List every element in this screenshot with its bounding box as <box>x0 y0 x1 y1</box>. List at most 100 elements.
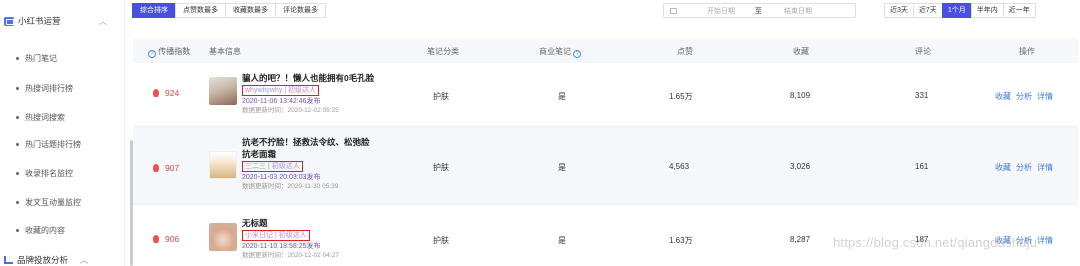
bullet-icon <box>16 200 19 204</box>
tab-sort-comments[interactable]: 评论数最多 <box>275 3 326 18</box>
author-badge[interactable]: 三二三 | 初级达人 <box>242 161 303 172</box>
sidebar-item-ranking-monitor[interactable]: 收录排名监控 <box>16 166 73 180</box>
header-basic-info: 基本信息 <box>209 47 241 56</box>
tab-period-1y[interactable]: 近一年 <box>1002 3 1036 18</box>
note-title[interactable]: 骗人的吧？！懒人也能拥有0毛孔脸 <box>242 72 412 84</box>
end-date-input[interactable]: 结束日期 <box>784 6 812 16</box>
note-title[interactable]: 无标题 <box>242 217 412 229</box>
likes-cell: 1.63万 <box>669 236 693 245</box>
help-icon[interactable]: ? <box>573 50 582 58</box>
table-row: 907 抗老不拧脸！拯救法令纹、松弛脸 抗老面霜 三二三 | 初级达人 2020… <box>133 127 1078 205</box>
favorites-cell: 8,287 <box>790 235 811 244</box>
likes-cell: 4,563 <box>669 162 690 171</box>
detail-link[interactable]: 详情 <box>1037 162 1053 173</box>
tab-sort-likes[interactable]: 点赞数最多 <box>175 3 226 18</box>
sidebar-group-label: 品牌投放分析 <box>17 255 69 265</box>
note-thumbnail[interactable] <box>209 151 237 179</box>
commercial-cell: 是 <box>558 163 566 172</box>
score-value: 906 <box>165 234 180 244</box>
data-update-time: 数据更新时间：2020-12-02 05:25 <box>242 107 339 114</box>
sidebar-item-hot-search-ranking[interactable]: 热搜词排行榜 <box>16 81 73 95</box>
analysis-link[interactable]: 分析 <box>1016 91 1032 102</box>
tab-sort-favorites[interactable]: 收藏数最多 <box>225 3 276 18</box>
sidebar-group-label: 小红书运营 <box>18 16 61 26</box>
start-date-input[interactable]: 开始日期 <box>707 6 735 16</box>
sidebar-item-label: 热搜词搜索 <box>25 112 65 122</box>
chat-icon <box>4 16 14 26</box>
tab-period-1m[interactable]: 1个月 <box>941 3 972 18</box>
author-badge[interactable]: whywhywhy | 初级达人 <box>242 85 320 96</box>
comments-cell: 161 <box>915 162 929 171</box>
header-likes: 点赞 <box>677 47 693 56</box>
bullet-icon <box>16 228 19 232</box>
comments-cell: 331 <box>915 91 929 100</box>
sidebar-group-brand-analysis[interactable]: 品牌投放分析 ︿ <box>4 254 89 266</box>
header-commercial-label: 商业笔记 <box>539 47 571 56</box>
chevron-up-icon[interactable]: ︿ <box>80 254 89 266</box>
bullet-icon <box>16 171 19 175</box>
favorite-link[interactable]: 收藏 <box>995 162 1011 173</box>
sidebar-item-favorites[interactable]: 收藏的内容 <box>16 223 65 237</box>
publish-time: 2020-11-03 20:03:03发布 <box>242 174 321 181</box>
flame-icon <box>153 89 159 97</box>
note-info: 无标题 小米日记 | 初级达人 2020-11-10 18:58:25发布 数据… <box>242 217 412 260</box>
flame-icon <box>153 235 159 243</box>
sidebar-item-hot-topics[interactable]: 热门话题排行榜 <box>16 137 81 151</box>
table-row: 924 骗人的吧？！懒人也能拥有0毛孔脸 whywhywhy | 初级达人 20… <box>133 63 1078 127</box>
category-cell: 护肤 <box>433 92 449 101</box>
row-actions: 收藏 分析 详情 <box>995 91 1058 102</box>
watermark: https://blog.csdn.net/qiangdashuju <box>833 235 1038 250</box>
header-favorites: 收藏 <box>793 47 809 56</box>
header-score: ? 传播指数 <box>148 46 190 58</box>
note-info: 抗老不拧脸！拯救法令纹、松弛脸 抗老面霜 三二三 | 初级达人 2020-11-… <box>242 136 412 191</box>
chevron-up-icon[interactable]: ︿ <box>99 16 107 27</box>
analysis-link[interactable]: 分析 <box>1016 162 1032 173</box>
chart-icon <box>4 256 13 264</box>
tab-period-3d[interactable]: 近3天 <box>884 3 914 18</box>
favorite-link[interactable]: 收藏 <box>995 91 1011 102</box>
likes-cell: 1.65万 <box>669 92 693 101</box>
sidebar-group-xiaohongshu[interactable]: 小红书运营 ︿ <box>4 14 109 28</box>
bullet-icon <box>16 86 19 90</box>
sidebar-item-hot-notes[interactable]: 热门笔记 <box>16 51 57 65</box>
commercial-cell: 是 <box>558 236 566 245</box>
header-actions: 操作 <box>1019 47 1035 56</box>
header-comments: 评论 <box>915 47 931 56</box>
favorites-cell: 3,026 <box>790 162 811 171</box>
author-badge[interactable]: 小米日记 | 初级达人 <box>242 230 310 241</box>
sidebar-item-label: 热搜词排行榜 <box>25 83 73 93</box>
header-commercial: 商业笔记 ? <box>539 46 582 58</box>
calendar-icon <box>670 7 677 14</box>
tab-period-7d[interactable]: 近7天 <box>912 3 943 18</box>
help-icon[interactable]: ? <box>148 50 156 58</box>
note-title-line2[interactable]: 抗老面霜 <box>242 148 412 160</box>
tab-sort-overall[interactable]: 综合排序 <box>132 3 176 18</box>
tab-period-6m[interactable]: 半年内 <box>970 3 1004 18</box>
sidebar-item-label: 热门话题排行榜 <box>25 139 81 149</box>
category-cell: 护肤 <box>433 236 449 245</box>
row-actions: 收藏 分析 详情 <box>995 162 1058 173</box>
sidebar-item-interaction-monitor[interactable]: 发文互动量监控 <box>16 195 81 209</box>
commercial-cell: 是 <box>558 92 566 101</box>
sidebar-item-label: 热门笔记 <box>25 53 57 63</box>
bullet-icon <box>16 56 19 60</box>
spread-score: 924 <box>153 88 179 98</box>
sidebar-item-label: 发文互动量监控 <box>25 197 81 207</box>
data-update-time: 数据更新时间：2020-12-02 04:27 <box>242 252 339 259</box>
date-range-picker[interactable]: 开始日期 至 结束日期 <box>663 3 856 18</box>
category-cell: 护肤 <box>433 163 449 172</box>
note-info: 骗人的吧？！懒人也能拥有0毛孔脸 whywhywhy | 初级达人 2020-1… <box>242 72 412 115</box>
spread-score: 907 <box>153 163 179 173</box>
sidebar-item-hot-search[interactable]: 热搜词搜索 <box>16 110 65 124</box>
date-separator: 至 <box>755 7 762 15</box>
data-update-time: 数据更新时间：2020-11-30 05:39 <box>242 183 339 190</box>
bullet-icon <box>16 115 19 119</box>
period-tabs: 近3天 近7天 1个月 半年内 近一年 <box>884 3 1036 18</box>
detail-link[interactable]: 详情 <box>1037 91 1053 102</box>
note-title[interactable]: 抗老不拧脸！拯救法令纹、松弛脸 <box>242 136 412 148</box>
note-thumbnail[interactable] <box>209 223 237 251</box>
score-value: 907 <box>165 163 180 173</box>
note-thumbnail[interactable] <box>209 77 237 105</box>
sidebar: 小红书运营 ︿ 热门笔记 热搜词排行榜 热搜词搜索 热门话题排行榜 收录排名监控… <box>0 0 125 266</box>
detail-link[interactable]: 详情 <box>1037 235 1053 246</box>
